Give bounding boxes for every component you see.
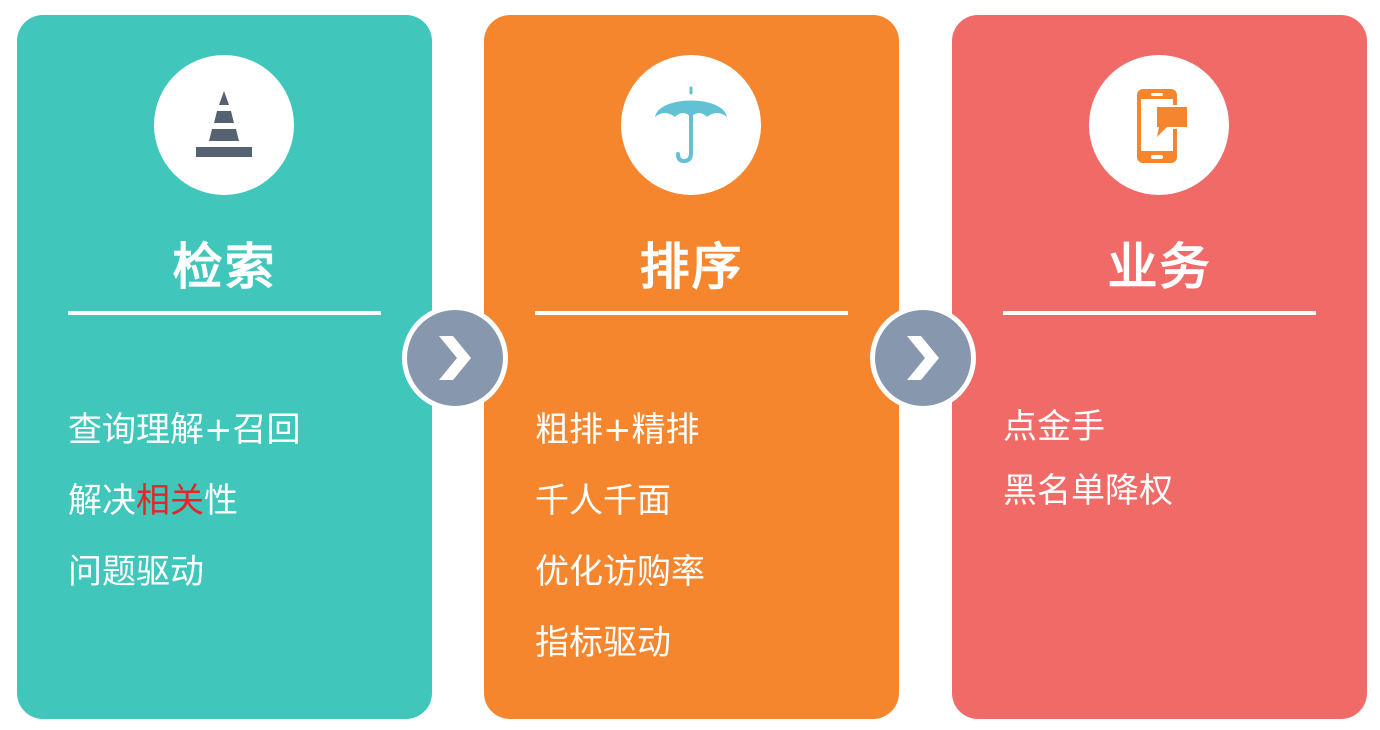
item-list: 查询理解+召回 解决相关性 问题驱动 (68, 408, 301, 621)
chevron-right-icon (439, 336, 471, 380)
title-divider (535, 311, 848, 315)
ranking-stage-card: 排序 粗排+精排 千人千面 优化访购率 指标驱动 (484, 15, 899, 719)
list-item: 黑名单降权 (1003, 471, 1173, 511)
icon-badge (1089, 55, 1229, 195)
list-item: 千人千面 (535, 481, 671, 521)
search-stage-card: 检索 查询理解+召回 解决相关性 问题驱动 (17, 15, 432, 719)
item-list: 粗排+精排 千人千面 优化访购率 指标驱动 (535, 408, 705, 692)
title-divider (1003, 311, 1316, 315)
mobile-message-icon (1137, 89, 1189, 163)
list-item: 解决相关性 (68, 481, 238, 521)
card-title: 排序 (639, 238, 744, 296)
card-title: 业务 (1107, 238, 1212, 296)
umbrella-icon (655, 86, 727, 164)
list-item: 粗排+精排 (535, 410, 700, 450)
item-list: 点金手 黑名单降权 (1003, 405, 1173, 533)
list-item: 优化访购率 (535, 552, 705, 592)
icon-badge (621, 55, 761, 195)
business-stage-card: 业务 点金手 黑名单降权 (952, 15, 1367, 719)
title-divider (68, 311, 381, 315)
highlight-text: 相关 (136, 481, 204, 521)
traffic-cone-icon (196, 91, 252, 157)
flow-arrow (402, 305, 508, 411)
list-item: 指标驱动 (535, 623, 671, 663)
list-item: 点金手 (1003, 407, 1105, 447)
card-title: 检索 (172, 238, 277, 296)
flow-arrow (870, 305, 976, 411)
list-item: 问题驱动 (68, 552, 204, 592)
list-item: 查询理解+召回 (68, 410, 301, 450)
icon-badge (154, 55, 294, 195)
chevron-right-icon (907, 336, 939, 380)
